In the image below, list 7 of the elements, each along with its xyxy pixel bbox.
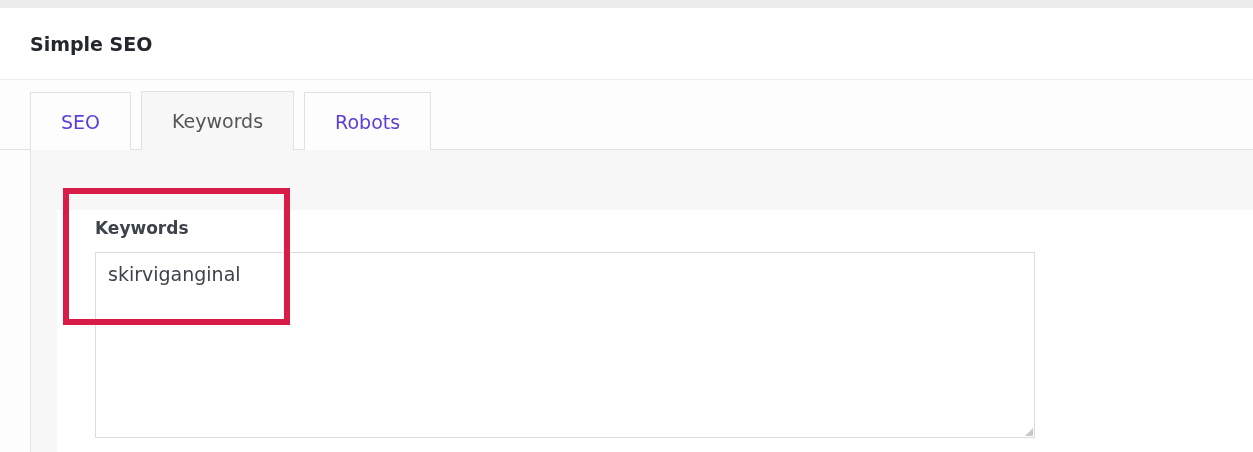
keywords-field[interactable]: skirviganginal <box>95 252 1035 438</box>
tab[interactable]: Robots <box>304 92 432 150</box>
resize-grip-icon <box>1025 428 1033 436</box>
field-label: Keywords <box>95 218 190 238</box>
panel-title: Simple SEO <box>30 32 153 55</box>
tab[interactable]: SEO <box>30 92 132 150</box>
tab[interactable]: Keywords <box>141 91 295 150</box>
